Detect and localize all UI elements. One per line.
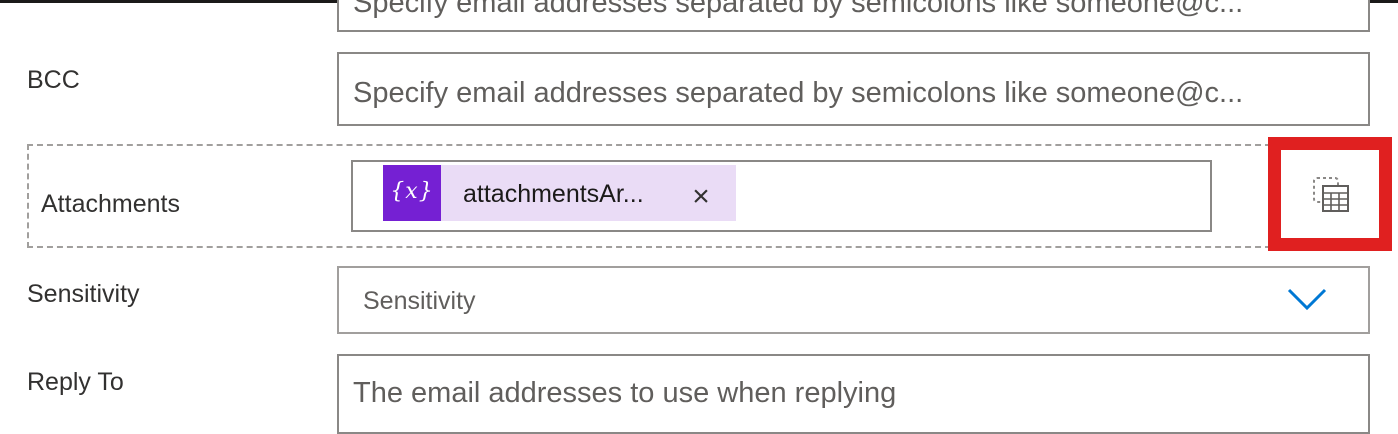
token-remove-button[interactable]: × [689,165,713,221]
sensitivity-placeholder: Sensitivity [363,287,476,315]
attachments-token[interactable]: {x} attachmentsAr... × [383,165,736,221]
attachments-label: Attachments [41,190,180,218]
dynamic-content-picker-icon [1313,177,1349,212]
bcc-field[interactable]: Specify email addresses separated by sem… [337,52,1370,126]
variable-icon: {x} [383,165,441,221]
sensitivity-dropdown[interactable]: Sensitivity [337,266,1370,334]
reply-to-field[interactable]: The email addresses to use when replying [337,354,1370,434]
chevron-down-icon[interactable] [1285,284,1329,314]
token-label: attachmentsAr... [463,180,644,208]
reply-to-label: Reply To [27,368,124,396]
sensitivity-label: Sensitivity [27,280,140,308]
bcc-label: BCC [27,66,80,94]
dynamic-content-picker-button[interactable] [1302,166,1360,222]
cc-field[interactable]: Specify email addresses separated by sem… [337,0,1370,32]
